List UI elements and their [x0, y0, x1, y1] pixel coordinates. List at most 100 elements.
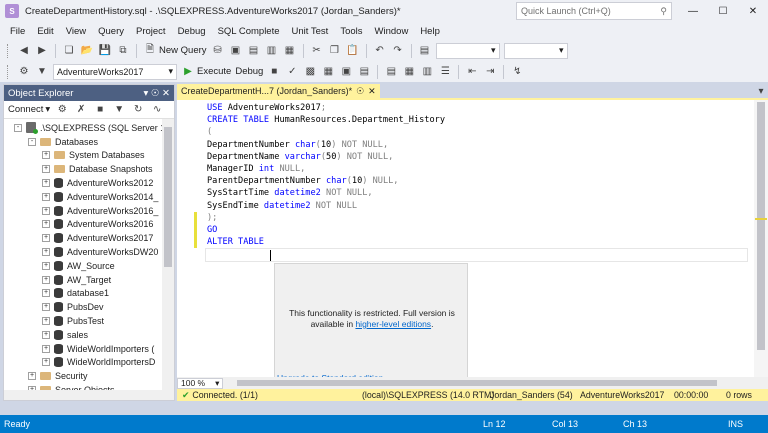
menu-view[interactable]: View: [66, 26, 86, 37]
expand-icon[interactable]: +: [42, 275, 50, 284]
mdx-query-icon[interactable]: ▣: [229, 44, 243, 58]
tree-item[interactable]: + System Databases: [4, 149, 174, 163]
scrollbar-thumb[interactable]: [757, 102, 765, 350]
results-to-text-icon[interactable]: ▤: [384, 65, 398, 79]
collapse-icon[interactable]: -: [28, 137, 36, 146]
disconnect-icon[interactable]: ✗: [74, 103, 88, 117]
expand-icon[interactable]: +: [28, 372, 36, 381]
tree-horizontal-scrollbar[interactable]: [4, 390, 164, 400]
connect-icon[interactable]: ⚙: [17, 65, 31, 79]
expand-icon[interactable]: +: [42, 303, 50, 312]
new-query-button[interactable]: 🗎 New Query: [143, 44, 207, 58]
tree-item[interactable]: + WideWorldImporters (: [4, 342, 174, 356]
results-to-grid-icon[interactable]: ▦: [402, 65, 416, 79]
expand-icon[interactable]: +: [42, 317, 50, 326]
connect-object-icon[interactable]: ⚙: [55, 103, 69, 117]
expand-icon[interactable]: +: [42, 289, 50, 298]
forward-icon[interactable]: ▶: [35, 44, 49, 58]
expand-icon[interactable]: +: [42, 192, 50, 201]
collapse-icon[interactable]: -: [14, 123, 22, 132]
menu-window[interactable]: Window: [375, 26, 409, 37]
tree-item[interactable]: + AdventureWorks2016_: [4, 204, 174, 218]
include-plan-icon[interactable]: ▣: [339, 65, 353, 79]
copy-icon[interactable]: ❐: [328, 44, 342, 58]
expand-icon[interactable]: +: [42, 234, 50, 243]
menu-tools[interactable]: Tools: [340, 26, 362, 37]
live-stats-icon[interactable]: ▤: [357, 65, 371, 79]
tree-item[interactable]: + Security: [4, 369, 174, 383]
pin-icon[interactable]: ☉: [151, 88, 160, 99]
menu-sql-complete[interactable]: SQL Complete: [218, 26, 280, 37]
tree-item[interactable]: + Database Snapshots: [4, 162, 174, 176]
scrollbar-thumb[interactable]: [237, 380, 718, 386]
expand-icon[interactable]: +: [42, 206, 50, 215]
redo-icon[interactable]: ↷: [391, 44, 405, 58]
tree-item[interactable]: + AdventureWorksDW20: [4, 245, 174, 259]
tree-item[interactable]: + AdventureWorks2012: [4, 176, 174, 190]
stop-icon[interactable]: ■: [93, 103, 107, 117]
expand-icon[interactable]: +: [42, 358, 50, 367]
higher-editions-link[interactable]: higher-level editions: [355, 319, 431, 329]
tree-item[interactable]: - Databases: [4, 135, 174, 149]
editor-horizontal-scrollbar[interactable]: [227, 378, 768, 388]
editor-vertical-scrollbar[interactable]: [754, 100, 768, 377]
solution-config-dropdown[interactable]: ▾: [435, 42, 500, 59]
pin-icon[interactable]: ☉: [356, 86, 364, 97]
solution-platform-dropdown[interactable]: ▾: [503, 42, 568, 59]
tree-item[interactable]: + PubsTest: [4, 314, 174, 328]
menu-debug[interactable]: Debug: [178, 26, 206, 37]
specify-values-icon[interactable]: ↯: [510, 65, 524, 79]
paste-icon[interactable]: 📋: [346, 44, 360, 58]
menu-help[interactable]: Help: [420, 26, 440, 37]
close-icon[interactable]: ✕: [162, 88, 170, 99]
dax-query-icon[interactable]: ▦: [283, 44, 297, 58]
zoom-dropdown[interactable]: 100 % ▾: [177, 377, 224, 389]
document-tab[interactable]: CreateDepartmentH...7 (Jordan_Sanders)* …: [177, 84, 380, 98]
back-icon[interactable]: ◀: [17, 44, 31, 58]
open-file-icon[interactable]: 📂: [80, 44, 94, 58]
menu-project[interactable]: Project: [136, 26, 166, 37]
expand-icon[interactable]: +: [42, 151, 50, 160]
xmla-query-icon[interactable]: ▥: [265, 44, 279, 58]
expand-icon[interactable]: +: [42, 261, 50, 270]
expand-icon[interactable]: +: [42, 179, 50, 188]
tree-item[interactable]: + WideWorldImportersD: [4, 356, 174, 370]
expand-icon[interactable]: +: [42, 220, 50, 229]
parse-icon[interactable]: ✓: [285, 65, 299, 79]
filter-icon[interactable]: ▼: [112, 103, 126, 117]
tree-item[interactable]: + AW_Target: [4, 273, 174, 287]
quick-launch-input[interactable]: Quick Launch (Ctrl+Q) ⚲: [516, 2, 672, 20]
maximize-button[interactable]: ☐: [708, 0, 738, 22]
tree-item[interactable]: + AdventureWorks2014_: [4, 190, 174, 204]
execute-button[interactable]: ▶ Execute: [181, 65, 231, 79]
expand-icon[interactable]: +: [42, 248, 50, 257]
tree-item[interactable]: + sales: [4, 328, 174, 342]
new-project-icon[interactable]: ❏: [62, 44, 76, 58]
tree-item[interactable]: + AdventureWorks2017: [4, 231, 174, 245]
tree-item[interactable]: + PubsDev: [4, 300, 174, 314]
menu-unit-test[interactable]: Unit Test: [292, 26, 329, 37]
tree-item[interactable]: - .\SQLEXPRESS (SQL Server 14: [4, 121, 174, 135]
filter-icon[interactable]: ▼: [35, 65, 49, 79]
menu-edit[interactable]: Edit: [37, 26, 53, 37]
scrollbar-thumb[interactable]: [164, 127, 172, 267]
activity-monitor-icon[interactable]: ∿: [150, 103, 164, 117]
dmx-query-icon[interactable]: ▤: [247, 44, 261, 58]
comment-icon[interactable]: ☰: [438, 65, 452, 79]
query-designer-icon[interactable]: ▦: [321, 65, 335, 79]
decrease-indent-icon[interactable]: ⇤: [465, 65, 479, 79]
menu-query[interactable]: Query: [98, 26, 124, 37]
menu-file[interactable]: File: [10, 26, 25, 37]
close-icon[interactable]: ✕: [368, 86, 376, 97]
expand-icon[interactable]: +: [42, 165, 50, 174]
minimize-button[interactable]: —: [678, 0, 708, 22]
close-button[interactable]: ✕: [738, 0, 768, 22]
available-databases-dropdown[interactable]: AdventureWorks2017 ▾: [53, 63, 177, 80]
increase-indent-icon[interactable]: ⇥: [483, 65, 497, 79]
solution-explorer-icon[interactable]: ▤: [418, 44, 432, 58]
cut-icon[interactable]: ✂: [310, 44, 324, 58]
display-plan-icon[interactable]: ▩: [303, 65, 317, 79]
tab-overflow-icon[interactable]: ▾: [754, 84, 768, 98]
code-area[interactable]: USE AdventureWorks2017; CREATE TABLE Huma…: [177, 100, 768, 387]
undo-icon[interactable]: ↶: [373, 44, 387, 58]
